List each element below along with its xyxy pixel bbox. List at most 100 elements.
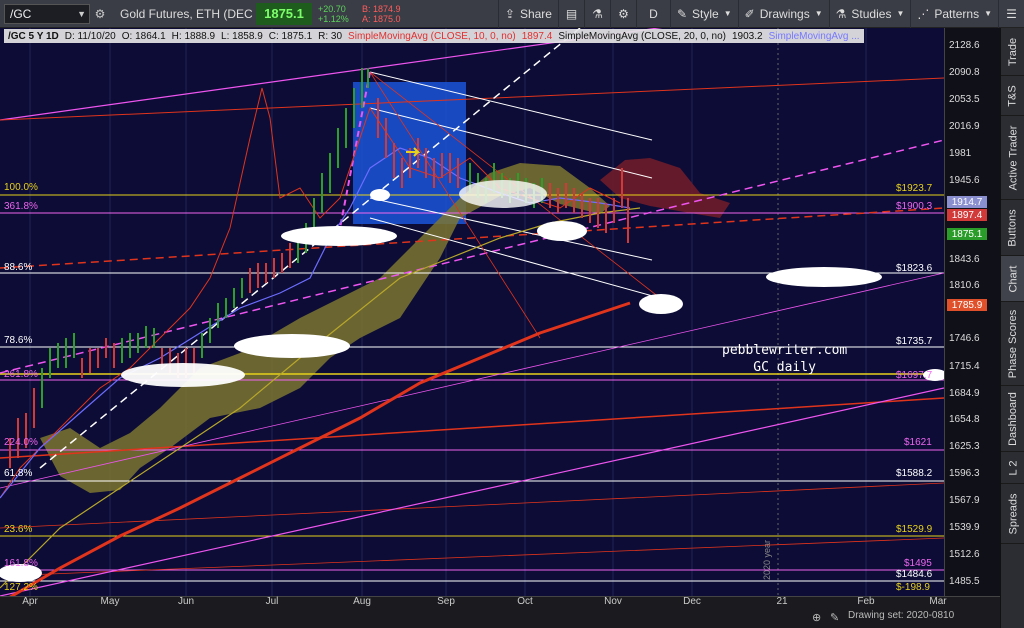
patterns-icon: ⋰ <box>917 6 930 21</box>
level-1621-label: $1621 <box>904 437 932 448</box>
fib-100-label: 100.0% <box>4 182 38 193</box>
legend-sma10[interactable]: SimpleMovingAvg (CLOSE, 10, 0, no) <box>348 31 516 42</box>
clipboard-button[interactable]: ▤ <box>557 0 584 28</box>
level-16977-label: $1697.7 <box>896 370 933 381</box>
tab-label: Phase Scores <box>1007 309 1020 378</box>
study-legend: /GC 5 Y 1D D: 11/10/20 O: 1864.1 H: 1888… <box>4 29 864 43</box>
drawings-button[interactable]: ✐ Drawings ▼ <box>737 0 829 28</box>
patterns-label: Patterns <box>934 6 980 21</box>
last-price: 1875.1 <box>256 2 312 25</box>
fib-236-label: 23.6% <box>4 524 33 535</box>
tab-label: Spreads <box>1007 493 1020 534</box>
pencil-icon: ✐ <box>744 6 755 21</box>
price-axis-label: 1625.3 <box>949 441 980 452</box>
chevron-down-icon: ▼ <box>896 9 905 18</box>
level-14846-label: $1484.6 <box>896 569 933 580</box>
time-label: Nov <box>604 596 622 607</box>
chevron-down-icon: ▼ <box>814 9 823 18</box>
time-label: Feb <box>857 596 875 607</box>
price-badge-1875: 1875.1 <box>947 228 987 240</box>
time-label: 21 <box>776 596 788 607</box>
period-button[interactable]: D <box>635 0 670 28</box>
level-15299-label: $1529.9 <box>896 524 933 535</box>
tab-buttons[interactable]: Buttons <box>1001 200 1024 256</box>
price-axis[interactable]: 2128.6 2090.8 2053.5 2016.9 1981 1945.6 … <box>944 28 1000 596</box>
time-label: Oct <box>517 596 533 607</box>
fib-224-label: 224.0% <box>4 437 38 448</box>
share-button[interactable]: ⇪ Share <box>497 0 558 28</box>
watermark: pebblewriter.com GC daily <box>722 342 847 376</box>
price-axis-label: 1715.4 <box>949 361 980 372</box>
legend-high: H: 1888.9 <box>171 30 216 42</box>
ma-thin-red <box>0 87 621 499</box>
fib-886-label: 88.6% <box>4 262 33 273</box>
price-axis-label: 1596.3 <box>949 468 980 479</box>
period-label: D <box>649 6 658 21</box>
tab-label: Dashboard <box>1007 391 1020 446</box>
horizontal-levels <box>0 194 944 582</box>
time-label: Mar <box>929 596 947 607</box>
level-neg-label: $-198.9 <box>896 582 930 593</box>
year-label: 2020 year <box>762 540 772 580</box>
brush-icon: ✎ <box>676 6 688 21</box>
price-axis-label: 2090.8 <box>949 67 980 78</box>
tab-active-trader[interactable]: Active Trader <box>1001 116 1024 200</box>
watermark-site: pebblewriter.com <box>722 343 848 358</box>
legend-range: R: 30 <box>318 30 343 42</box>
tab-label: L 2 <box>1006 460 1019 475</box>
studies-button[interactable]: ⚗ Studies ▼ <box>828 0 911 28</box>
bid-value: B: 1874.9 <box>362 3 401 14</box>
legend-sma20-value: 1903.2 <box>731 30 763 42</box>
time-label: Jul <box>265 596 279 607</box>
fib-786-label: 78.6% <box>4 335 33 346</box>
tab-trade[interactable]: Trade <box>1001 28 1024 76</box>
price-axis-label: 1539.9 <box>949 522 980 533</box>
tab-label: Chart <box>1007 265 1019 292</box>
symbol-selector[interactable]: /GC ▼ <box>4 3 90 24</box>
flask-button[interactable]: ⚗ <box>583 0 610 28</box>
price-chart[interactable]: 2020 year /GC 5 Y 1D D: 11/10/20 O: 1864… <box>0 28 944 596</box>
style-button[interactable]: ✎ Style ▼ <box>669 0 738 28</box>
tab-label: Active Trader <box>1007 125 1019 190</box>
price-axis-label: 1512.6 <box>949 549 980 560</box>
tab-dashboard[interactable]: Dashboard <box>1001 386 1024 452</box>
flask-icon: ⚗ <box>592 6 603 21</box>
chart-settings-button[interactable]: ⚙ <box>609 0 636 28</box>
fib-618-label: 61.8% <box>4 468 33 479</box>
tab-chart[interactable]: Chart <box>1001 256 1024 302</box>
price-axis-label: 2053.5 <box>949 94 980 105</box>
tab-l2[interactable]: L 2 <box>1001 452 1024 484</box>
tab-label: T&S <box>1007 84 1019 107</box>
footer-zoom-icon[interactable]: ⊕ <box>812 611 821 624</box>
gear-icon: ⚙ <box>618 6 629 21</box>
legend-low: L: 1858.9 <box>221 30 263 42</box>
price-axis-label: 1684.9 <box>949 388 980 399</box>
legend-sma3[interactable]: SimpleMovingAvg ... <box>769 31 860 42</box>
legend-close: C: 1875.1 <box>268 30 313 42</box>
time-label: Aug <box>353 596 371 607</box>
time-label: May <box>100 596 120 607</box>
time-label: Dec <box>683 596 701 607</box>
price-change: +20.70 +1.12% <box>318 4 358 24</box>
more-button[interactable]: ☰ <box>998 0 1024 28</box>
tab-spreads[interactable]: Spreads <box>1001 484 1024 544</box>
tab-ts[interactable]: T&S <box>1001 76 1024 116</box>
clipboard-icon: ▤ <box>565 6 578 21</box>
price-axis-label: 2016.9 <box>949 121 980 132</box>
legend-date: D: 11/10/20 <box>64 30 116 42</box>
price-axis-label: 1654.8 <box>949 414 980 425</box>
price-axis-label: 1567.9 <box>949 495 980 506</box>
bid-ask: B: 1874.9 A: 1875.0 <box>362 4 422 24</box>
target-ellipses <box>0 180 944 582</box>
price-axis-label: 1485.5 <box>949 576 980 587</box>
level-15882-label: $1588.2 <box>896 468 933 479</box>
footer-pencil-icon[interactable]: ✎ <box>830 611 839 624</box>
settings-icon[interactable]: ⚙ <box>90 4 110 24</box>
patterns-button[interactable]: ⋰ Patterns ▼ <box>910 0 998 28</box>
fib-3618-label: 361.8% <box>4 201 38 212</box>
tab-phase-scores[interactable]: Phase Scores <box>1001 302 1024 386</box>
more-icon: ☰ <box>1006 6 1017 21</box>
chevron-down-icon: ▼ <box>723 9 732 18</box>
drawing-set-label[interactable]: Drawing set: 2020-0810 <box>848 610 954 621</box>
legend-sma20[interactable]: SimpleMovingAvg (CLOSE, 20, 0, no) <box>558 31 726 42</box>
